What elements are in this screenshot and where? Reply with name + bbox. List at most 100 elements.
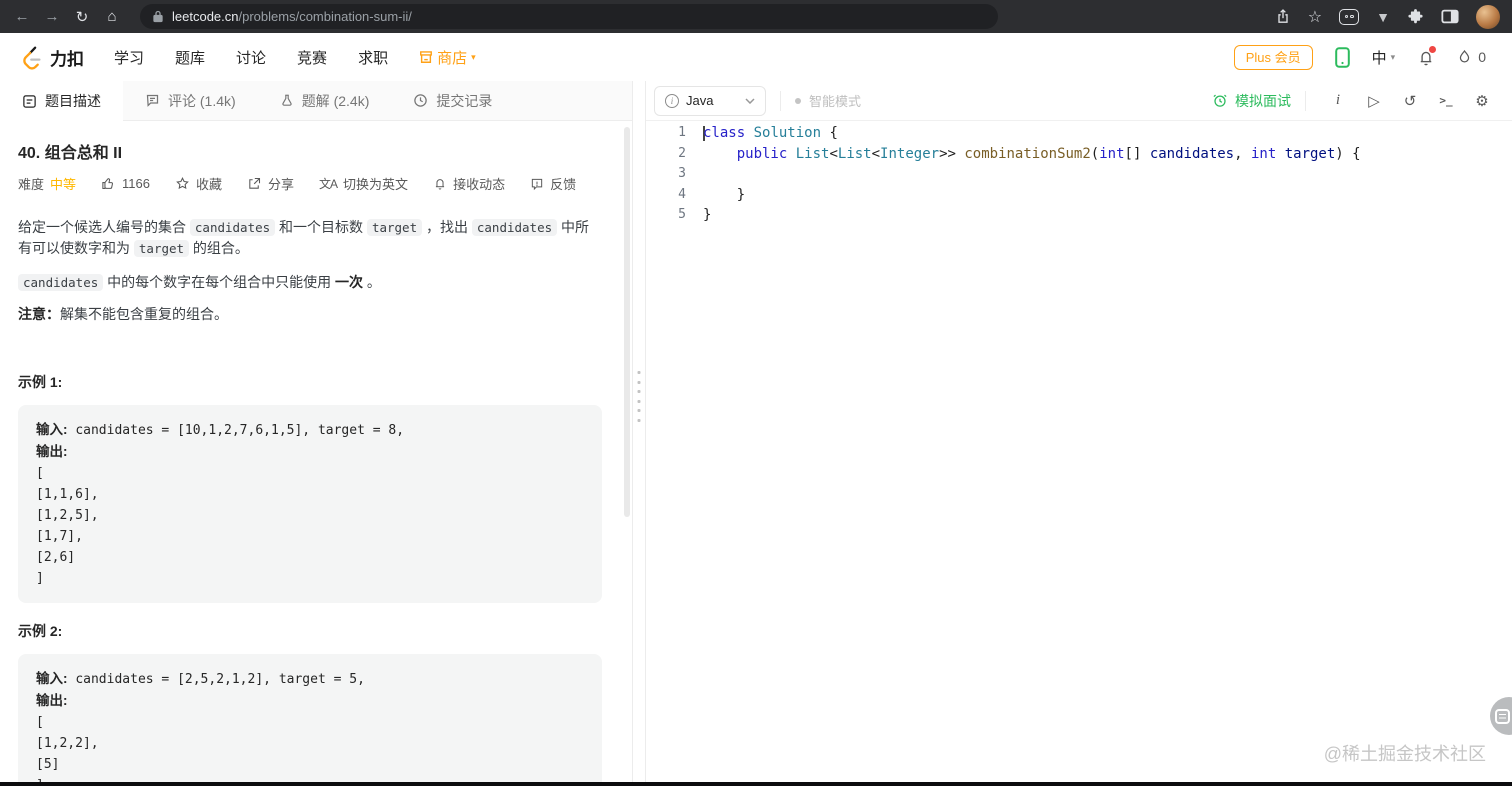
left-panel-scrollbar[interactable]	[624, 127, 630, 517]
code-line[interactable]: 5}	[646, 205, 1512, 226]
bookmark-star-icon[interactable]: ☆	[1308, 7, 1322, 27]
nav-item-discuss[interactable]: 讨论	[236, 47, 266, 68]
example-1-heading: 示例 1:	[18, 374, 63, 390]
line-number: 4	[678, 186, 686, 202]
nav-item-problems[interactable]: 题库	[175, 47, 205, 68]
alarm-clock-icon	[1213, 94, 1227, 107]
editor-settings-icon[interactable]: ⚙	[1464, 92, 1500, 110]
share-icon	[249, 177, 261, 189]
subscribe-button[interactable]: 接收动态	[433, 174, 505, 193]
mobile-app-icon[interactable]	[1334, 46, 1350, 68]
url-host: leetcode.cn	[172, 9, 239, 24]
logo-text: 力扣	[50, 49, 84, 69]
tab-submissions[interactable]: 提交记录	[391, 81, 514, 120]
description-icon	[23, 94, 36, 108]
streak-count: 0	[1478, 49, 1486, 65]
code-line[interactable]: 3	[646, 164, 1512, 185]
info-icon: i	[665, 93, 679, 108]
extensions-puzzle-icon[interactable]	[1407, 8, 1424, 25]
reset-code-icon[interactable]: ↺	[1392, 92, 1428, 110]
line-number: 5	[678, 207, 686, 222]
nav-item-learn[interactable]: 学习	[114, 47, 144, 68]
language-dropdown[interactable]: i Java	[654, 85, 766, 116]
example-2-heading: 示例 2:	[18, 623, 63, 639]
language-caret-icon: ▾	[1390, 51, 1396, 62]
toolbar-separator	[780, 90, 781, 111]
problem-tabbar: 题目描述 评论 (1.4k) 题解 (2.4k) 提交记录	[0, 81, 632, 121]
problem-stats-row: 难度 中等 1166 收藏 分享 文A 切换为英文 接收动态 反馈	[18, 174, 602, 193]
switch-language-button[interactable]: 文A 切换为英文	[319, 174, 408, 193]
leetcode-logo-icon	[23, 46, 41, 70]
url-path: /problems/combination-sum-ii/	[238, 9, 412, 24]
code-line[interactable]: 4 }	[646, 185, 1512, 206]
plus-member-button[interactable]: Plus 会员	[1233, 44, 1313, 70]
reading-list-extension-icon[interactable]	[1339, 8, 1360, 25]
smart-mode-dot-icon	[795, 97, 801, 104]
flask-icon	[282, 94, 292, 106]
console-icon[interactable]: >_	[1428, 94, 1464, 107]
share-page-icon[interactable]	[1275, 8, 1291, 25]
editor-panel: i Java 智能模式 模拟面试 i ▷ ↺ >_ ⚙ 1 class Solu…	[646, 81, 1512, 786]
bell-outline-icon	[435, 179, 445, 190]
description-paragraph-1: 给定一个候选人编号的集合 candidates 和一个目标数 target ，找…	[18, 219, 590, 257]
nav-item-contest[interactable]: 竞赛	[297, 47, 327, 68]
description-paragraph-2: candidates 中的每个数字在每个组合中只能使用 一次 。	[18, 272, 602, 293]
inline-code: candidates	[18, 274, 104, 291]
daily-streak[interactable]: 0	[1457, 48, 1486, 67]
line-number: 3	[678, 166, 686, 181]
panel-resize-divider[interactable]	[632, 81, 646, 786]
tab-comments[interactable]: 评论 (1.4k)	[123, 81, 258, 120]
inline-code: target	[366, 219, 423, 236]
main-split: 题目描述 评论 (1.4k) 题解 (2.4k) 提交记录 40. 组合总和 I…	[0, 81, 1512, 786]
mock-interview-button[interactable]: 模拟面试	[1212, 91, 1291, 111]
code-editor[interactable]: 1 class Solution {2 public List<List<Inte…	[646, 121, 1512, 786]
star-icon	[176, 177, 189, 190]
nav-item-store[interactable]: 商店 ▾	[419, 47, 476, 68]
share-button[interactable]: 分享	[247, 174, 294, 193]
inline-code: candidates	[471, 219, 558, 236]
browser-home-button[interactable]: ⌂	[100, 5, 124, 29]
screen-bottom-edge	[0, 782, 1512, 786]
site-navbar: 力扣 学习 题库 讨论 竞赛 求职 商店 ▾ Plus 会员 中 ▾ 0	[0, 33, 1512, 81]
leetcode-logo[interactable]: 力扣	[20, 45, 84, 70]
tab-description[interactable]: 题目描述	[0, 81, 123, 121]
thumbs-up-icon	[102, 178, 114, 190]
browser-toolbar: ← → ↻ ⌂ leetcode.cn /problems/combinatio…	[0, 0, 1512, 33]
editor-toolbar: i Java 智能模式 模拟面试 i ▷ ↺ >_ ⚙	[646, 81, 1512, 121]
notifications-button[interactable]	[1417, 45, 1437, 67]
smart-mode-toggle[interactable]: 智能模式	[795, 91, 861, 110]
code-line[interactable]: 2 public List<List<Integer>> combination…	[646, 144, 1512, 165]
lock-icon	[152, 10, 164, 23]
like-button[interactable]: 1166	[101, 176, 150, 191]
language-selector[interactable]: 中 ▾	[1372, 47, 1396, 68]
store-caret-icon: ▾	[471, 51, 476, 62]
browser-reload-button[interactable]: ↻	[70, 5, 94, 29]
editor-info-icon[interactable]: i	[1320, 92, 1356, 109]
watermark: @稀土掘金技术社区	[1323, 744, 1486, 764]
problem-title: 40. 组合总和 II	[18, 145, 123, 162]
code-line[interactable]: 1 class Solution {	[646, 123, 1512, 144]
line-number: 1	[678, 125, 686, 140]
inline-code: target	[133, 240, 190, 257]
difficulty: 难度 中等	[18, 174, 76, 193]
browser-back-button[interactable]: ←	[10, 5, 34, 29]
code-line-text: }	[703, 186, 746, 203]
line-number: 2	[678, 145, 686, 161]
description-note: 注意：解集不能包含重复的组合。	[18, 306, 228, 322]
example-1-block: 输入: candidates = [10,1,2,7,6,1,5], targe…	[18, 405, 602, 603]
drag-handle-icon[interactable]	[637, 371, 641, 422]
nav-item-jobs[interactable]: 求职	[358, 47, 388, 68]
address-bar[interactable]: leetcode.cn /problems/combination-sum-ii…	[140, 4, 998, 29]
run-code-icon[interactable]: ▷	[1356, 92, 1392, 110]
favorite-button[interactable]: 收藏	[175, 174, 222, 193]
side-panel-icon[interactable]	[1441, 9, 1459, 24]
browser-forward-button[interactable]: →	[40, 5, 64, 29]
browser-profile-avatar[interactable]	[1476, 4, 1500, 29]
difficulty-badge: 中等	[50, 177, 77, 192]
tab-solutions[interactable]: 题解 (2.4k)	[258, 81, 392, 120]
feedback-button[interactable]: 反馈	[530, 174, 576, 193]
notification-dot	[1429, 45, 1437, 53]
store-icon	[420, 51, 433, 63]
chevron-down-icon	[745, 97, 755, 104]
v-extension-icon[interactable]: ▼	[1376, 9, 1390, 25]
